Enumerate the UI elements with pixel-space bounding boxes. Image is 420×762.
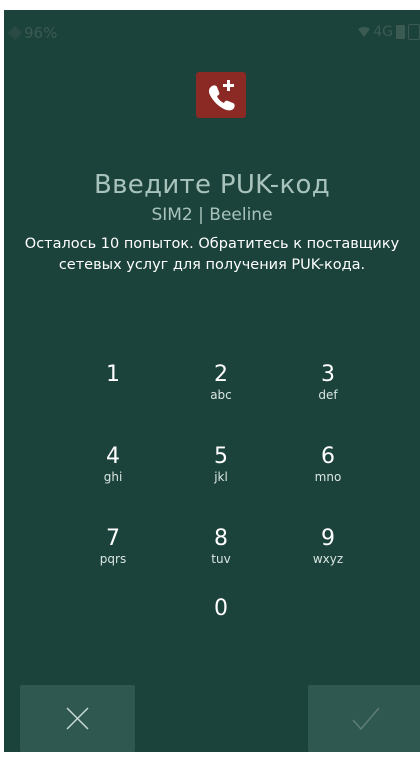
- key-digit: 1: [106, 362, 120, 387]
- page-title: Введите PUK-код: [94, 170, 330, 200]
- close-icon: [66, 707, 89, 730]
- key-8[interactable]: 8 tuv: [171, 526, 271, 590]
- key-digit: 9: [321, 526, 335, 551]
- no-sim-icon: [408, 24, 420, 40]
- key-6[interactable]: 6 mno: [278, 444, 378, 508]
- key-1[interactable]: 1: [63, 362, 163, 426]
- key-2[interactable]: 2 abc: [171, 362, 271, 426]
- key-letters: jkl: [214, 470, 228, 484]
- key-digit: 5: [214, 444, 228, 469]
- key-letters: tuv: [211, 552, 231, 566]
- status-left: 96%: [7, 24, 58, 42]
- puk-entry-screen: 96% 4G Введите PUK-код SIM2 | Beeline Ос…: [4, 10, 420, 752]
- key-letters: ghi: [103, 470, 123, 484]
- key-5[interactable]: 5 jkl: [171, 444, 271, 508]
- attempts-message: Осталось 10 попыток. Обратитесь к постав…: [24, 236, 400, 273]
- status-bar: 96% 4G: [4, 10, 420, 50]
- airplane-icon: [7, 25, 23, 41]
- wifi-icon: [358, 27, 371, 37]
- key-digit: 7: [106, 526, 120, 551]
- key-digit: 3: [321, 362, 335, 387]
- confirm-button[interactable]: [308, 685, 420, 752]
- key-letters: mno: [314, 470, 342, 484]
- battery-icon: [396, 25, 405, 39]
- key-digit: 6: [321, 444, 335, 469]
- key-4[interactable]: 4 ghi: [63, 444, 163, 508]
- key-3[interactable]: 3 def: [278, 362, 378, 426]
- network-type: 4G: [373, 24, 393, 40]
- battery-percent: 96%: [24, 24, 58, 42]
- sim-subtitle: SIM2 | Beeline: [151, 205, 273, 225]
- check-icon: [352, 707, 380, 731]
- key-digit: 0: [214, 596, 228, 621]
- key-digit: 8: [214, 526, 228, 551]
- sim-card-phone-icon: [196, 72, 246, 118]
- status-right: 4G: [358, 24, 420, 40]
- key-letters: def: [318, 388, 338, 402]
- key-digit: 4: [106, 444, 120, 469]
- key-letters: wxyz: [312, 552, 344, 566]
- key-letters: pqrs: [99, 552, 127, 566]
- key-0[interactable]: 0: [171, 596, 271, 660]
- key-7[interactable]: 7 pqrs: [63, 526, 163, 590]
- key-digit: 2: [214, 362, 228, 387]
- cancel-button[interactable]: [20, 685, 135, 752]
- key-letters: abc: [210, 388, 232, 402]
- key-9[interactable]: 9 wxyz: [278, 526, 378, 590]
